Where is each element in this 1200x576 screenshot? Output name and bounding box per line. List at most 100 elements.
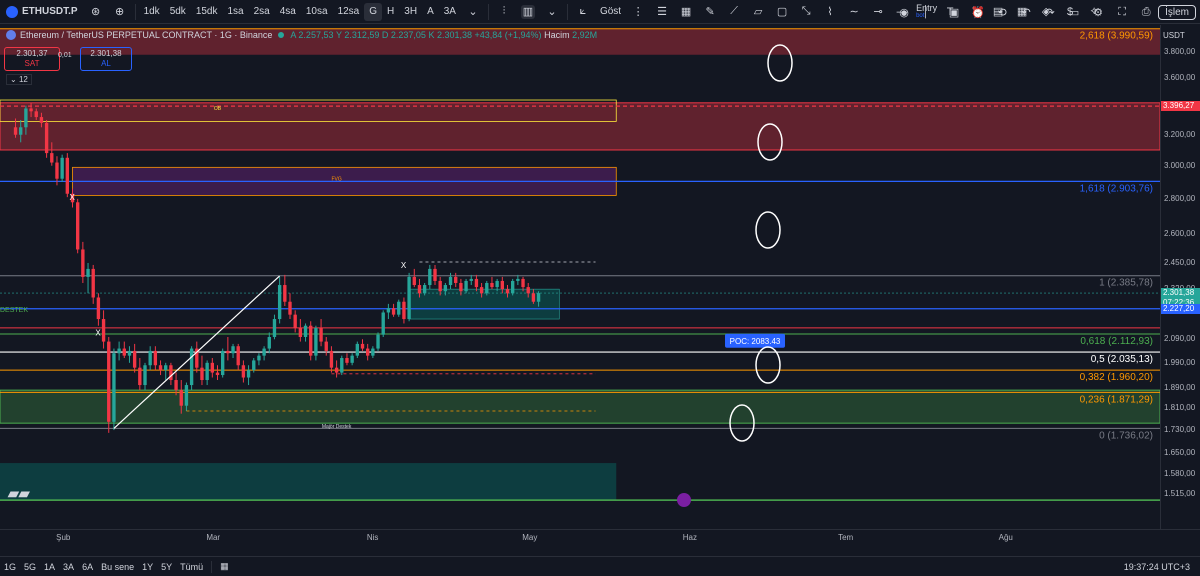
- interval-2sa[interactable]: 2sa: [249, 0, 275, 24]
- undo-icon[interactable]: ↶: [1019, 5, 1033, 19]
- demand-zone: [0, 389, 1160, 424]
- candle-body: [443, 285, 448, 292]
- range-6a[interactable]: 6A: [78, 562, 97, 572]
- indicator-collapse-button[interactable]: ⌄ 12: [6, 74, 32, 85]
- range-tümü[interactable]: Tümü: [176, 562, 207, 572]
- chart-pane[interactable]: OB FVG Majör Destek DESTEK X X X 2,618 (3.990,5…: [0, 25, 1160, 529]
- alarm-icon[interactable]: ⏰: [971, 5, 985, 19]
- layout-icon[interactable]: ▭: [1067, 5, 1081, 19]
- candle-body: [340, 358, 344, 373]
- trade-button[interactable]: İşlem: [1158, 4, 1196, 20]
- price-tick: 1.990,00: [1164, 357, 1196, 367]
- price-axis[interactable]: 3.800,003.600,003.400,003.200,003.000,00…: [1160, 25, 1200, 529]
- candle-body: [34, 111, 38, 118]
- candle-body: [355, 343, 360, 356]
- range-1a[interactable]: 1A: [40, 562, 59, 572]
- grid-layout-icon[interactable]: ▣: [947, 5, 961, 19]
- clock[interactable]: 19:37:24 UTC+3: [1120, 562, 1194, 572]
- add-symbol-icon[interactable]: ⊕: [113, 5, 127, 19]
- range-list: 1G 5G 1A 3A 6A Bu sene 1Y 5Y Tümü: [0, 562, 207, 572]
- calendar-icon[interactable]: ▦: [216, 561, 233, 572]
- zigzag-icon[interactable]: ⌇: [823, 5, 837, 19]
- range-3a[interactable]: 3A: [59, 562, 78, 572]
- candle: [376, 332, 380, 351]
- spread-value: 0,01: [58, 52, 72, 59]
- hamburger-icon[interactable]: ☰: [655, 5, 669, 19]
- interval-3h[interactable]: 3H: [399, 0, 422, 24]
- parallelogram-icon[interactable]: ▱: [751, 5, 765, 19]
- candle-body: [391, 308, 396, 315]
- candle: [158, 360, 163, 376]
- compare-icon[interactable]: ⊛: [89, 5, 103, 19]
- candle-body: [153, 350, 158, 366]
- interval-g[interactable]: G: [364, 2, 383, 21]
- buy-button[interactable]: 2.301,38 AL: [80, 47, 132, 71]
- candle: [391, 303, 396, 317]
- interval-15dk[interactable]: 15dk: [191, 0, 223, 24]
- brush-icon[interactable]: ⟋: [727, 5, 741, 19]
- horizontal-ray-icon[interactable]: ⊸: [871, 5, 885, 19]
- zones-layer: [0, 28, 1160, 501]
- currency-label[interactable]: USDT: [1163, 31, 1185, 40]
- fib-label: 0,618 (2.112,93): [1080, 336, 1153, 347]
- replay-icon[interactable]: ⟲: [995, 5, 1009, 19]
- redo-icon[interactable]: ↷: [1043, 5, 1057, 19]
- range-5y[interactable]: 5Y: [157, 562, 176, 572]
- buy-label: AL: [101, 59, 111, 68]
- interval-1sa[interactable]: 1sa: [223, 0, 249, 24]
- camera-icon[interactable]: ⎙: [1139, 5, 1153, 19]
- pencil-icon[interactable]: ✎: [703, 5, 717, 19]
- candle: [231, 343, 235, 359]
- candle: [433, 264, 437, 286]
- candle-body: [277, 285, 282, 320]
- time-axis[interactable]: Şub Mar Nis May Haz Tem Ağu: [0, 529, 1200, 556]
- drag-handle-icon[interactable]: ⋮: [631, 5, 645, 19]
- candle-body: [60, 157, 64, 179]
- chevron-down-icon[interactable]: ⌄: [545, 5, 559, 19]
- symbol-search[interactable]: ETHUSDT.P: [0, 0, 84, 24]
- candle: [428, 264, 432, 290]
- bar-style-icon[interactable]: ⫶: [497, 5, 511, 19]
- candle-body: [510, 280, 515, 294]
- interval-5dk[interactable]: 5dk: [165, 0, 191, 24]
- entry-bot-icon[interactable]: ◉: [897, 5, 911, 19]
- interval-12sa[interactable]: 12sa: [333, 0, 365, 24]
- range-1y[interactable]: 1Y: [138, 562, 157, 572]
- candle-body: [13, 127, 18, 135]
- indicators-icon[interactable]: ⟀: [576, 5, 590, 19]
- price-chart[interactable]: OB FVG Majör Destek DESTEK X X X 2,618 (3.990,5…: [0, 25, 1160, 529]
- candle: [164, 362, 168, 381]
- price-tick: 1.515,00: [1164, 488, 1196, 498]
- range-1g[interactable]: 1G: [0, 562, 20, 572]
- interval-h[interactable]: H: [382, 0, 399, 24]
- candle: [236, 343, 240, 371]
- grid-icon[interactable]: ▦: [679, 5, 693, 19]
- x-marker-3: X: [401, 261, 407, 270]
- candle-body: [236, 346, 240, 366]
- chart-legend: Ethereum / TetherUS PERPETUAL CONTRACT ·…: [6, 30, 597, 40]
- chevron-down-icon[interactable]: ⌄: [466, 5, 480, 19]
- candle: [60, 154, 64, 183]
- candle-body: [184, 385, 189, 406]
- wave-icon[interactable]: ∼: [847, 5, 861, 19]
- interval-4sa[interactable]: 4sa: [275, 0, 301, 24]
- candle-body: [407, 276, 411, 320]
- range-bu-sene[interactable]: Bu sene: [97, 562, 138, 572]
- candle: [510, 278, 515, 296]
- settings-icon[interactable]: ⚙: [1091, 5, 1105, 19]
- entry-bot-button[interactable]: Entry bot: [916, 4, 937, 20]
- sell-button[interactable]: 2.301,37 SAT: [4, 47, 60, 71]
- interval-1dk[interactable]: 1dk: [139, 0, 165, 24]
- interval-a[interactable]: A: [422, 0, 439, 24]
- interval-3a[interactable]: 3A: [439, 0, 461, 24]
- candle-body: [521, 278, 525, 288]
- fullscreen-icon[interactable]: ⛶: [1115, 5, 1129, 19]
- interval-10sa[interactable]: 10sa: [301, 0, 333, 24]
- range-5g[interactable]: 5G: [20, 562, 40, 572]
- candle-style-icon[interactable]: ▥: [520, 4, 535, 19]
- indicators-button[interactable]: Göst: [595, 0, 626, 24]
- major-support-label: Majör Destek: [322, 424, 352, 430]
- candle-body: [516, 278, 520, 281]
- measure-icon[interactable]: ⤡: [799, 5, 813, 19]
- rectangle-icon[interactable]: ▢: [775, 5, 789, 19]
